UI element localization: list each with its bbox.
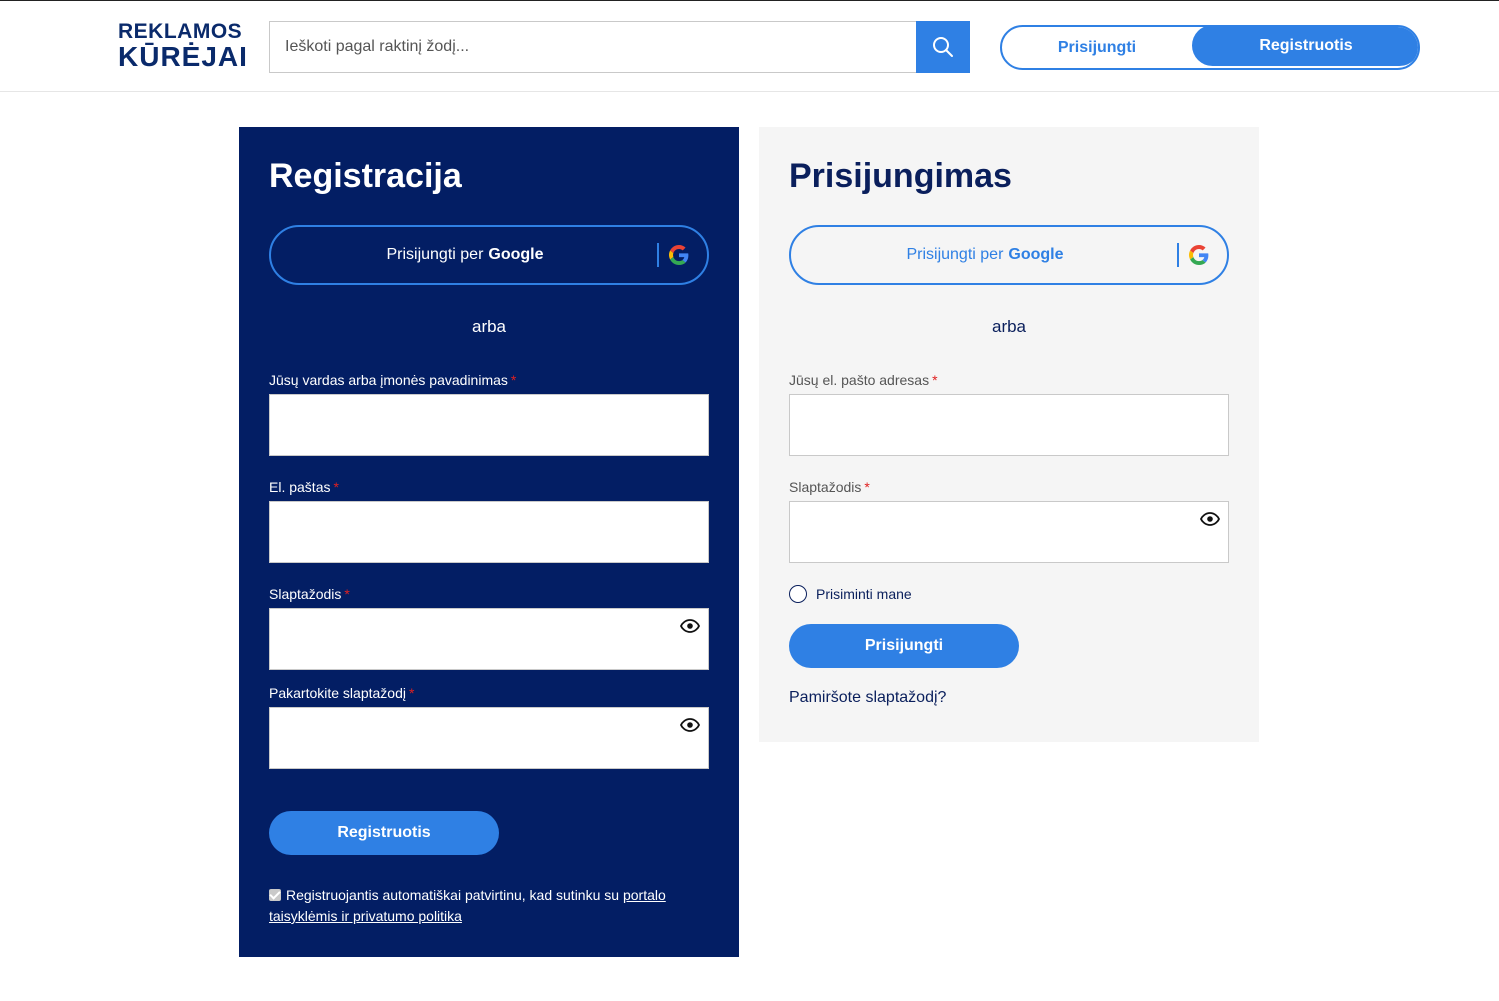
password-input[interactable]	[270, 609, 708, 669]
search-icon	[933, 37, 953, 57]
email-label: El. paštas *	[269, 479, 339, 495]
or-divider: arba	[991, 317, 1027, 336]
name-label-text: Jūsų vardas arba įmonės pavadinimas	[269, 372, 508, 388]
consent-checkbox[interactable]	[269, 889, 281, 901]
consent-text-body: Registruojantis automatiškai patvirtinu,…	[286, 887, 620, 903]
search-input[interactable]	[270, 22, 916, 72]
logo-line-2: KŪRĖJAI	[118, 41, 248, 72]
login-password-label: Slaptažodis *	[789, 479, 870, 495]
registration-panel: Registracija Prisijungti per Google arba…	[239, 127, 739, 957]
site-header: REKLAMOS KŪRĖJAI Prisijungti Registruoti…	[0, 1, 1499, 92]
consent-text: Registruojantis automatiškai patvirtinu,…	[269, 885, 709, 927]
auth-toggle: Prisijungti Registruotis	[1000, 25, 1420, 70]
login-email-field-box	[789, 394, 1229, 456]
register-submit-button[interactable]: Registruotis	[269, 811, 499, 855]
logo-line-1: REKLAMOS	[118, 20, 243, 43]
site-logo[interactable]: REKLAMOS KŪRĖJAI	[118, 21, 248, 71]
remember-me-radio[interactable]	[789, 585, 807, 603]
header-login-button[interactable]: Prisijungti	[1002, 27, 1192, 68]
google-brand: Google	[1008, 246, 1064, 263]
required-mark: *	[932, 372, 938, 388]
login-google-button[interactable]: Prisijungti per Google	[789, 225, 1229, 285]
or-divider: arba	[471, 317, 507, 336]
registration-title: Registracija	[269, 157, 462, 195]
password-field-box	[269, 608, 709, 670]
search-bar	[269, 21, 970, 73]
google-icon	[1189, 245, 1209, 265]
required-mark: *	[510, 372, 517, 388]
forgot-password-link[interactable]: Pamiršote slaptažodį?	[789, 689, 946, 707]
password-label-text: Slaptažodis	[269, 586, 342, 602]
login-panel: Prisijungimas Prisijungti per Google arb…	[759, 127, 1259, 742]
show-password-icon[interactable]	[1200, 512, 1220, 526]
required-mark: *	[344, 586, 350, 602]
login-email-label: Jūsų el. pašto adresas *	[789, 372, 938, 388]
show-password-icon[interactable]	[680, 718, 700, 732]
google-button-label: Prisijungti per Google	[791, 227, 1179, 283]
email-input[interactable]	[270, 502, 708, 562]
password-label: Slaptažodis *	[269, 586, 350, 602]
repeat-password-input[interactable]	[270, 708, 708, 768]
google-separator	[1177, 243, 1179, 267]
login-email-label-text: Jūsų el. pašto adresas	[789, 372, 930, 388]
google-separator	[657, 243, 659, 267]
required-mark: *	[408, 685, 415, 701]
login-submit-button[interactable]: Prisijungti	[789, 624, 1019, 668]
login-title: Prisijungimas	[789, 157, 1012, 195]
repeat-password-label-text: Pakartokite slaptažodį	[269, 685, 406, 701]
required-mark: *	[333, 479, 339, 495]
login-password-label-text: Slaptažodis	[789, 479, 862, 495]
show-password-icon[interactable]	[680, 619, 700, 633]
google-prefix: Prisijungti per	[906, 246, 1004, 263]
register-google-button[interactable]: Prisijungti per Google	[269, 225, 709, 285]
email-field-box	[269, 501, 709, 563]
name-label: Jūsų vardas arba įmonės pavadinimas *	[269, 372, 516, 388]
remember-me-label: Prisiminti mane	[816, 586, 912, 602]
header-register-button[interactable]: Registruotis	[1192, 27, 1418, 66]
email-label-text: El. paštas	[269, 479, 331, 495]
login-password-input[interactable]	[790, 502, 1228, 562]
login-email-input[interactable]	[790, 395, 1228, 455]
name-input[interactable]	[270, 395, 708, 455]
google-icon	[669, 245, 689, 265]
google-brand: Google	[488, 246, 544, 263]
required-mark: *	[864, 479, 870, 495]
google-prefix: Prisijungti per	[386, 246, 484, 263]
search-button[interactable]	[916, 21, 970, 73]
repeat-password-field-box	[269, 707, 709, 769]
remember-me: Prisiminti mane	[789, 585, 912, 603]
google-button-label: Prisijungti per Google	[271, 227, 659, 283]
name-field-box	[269, 394, 709, 456]
login-password-field-box	[789, 501, 1229, 563]
repeat-password-label: Pakartokite slaptažodį *	[269, 685, 414, 701]
